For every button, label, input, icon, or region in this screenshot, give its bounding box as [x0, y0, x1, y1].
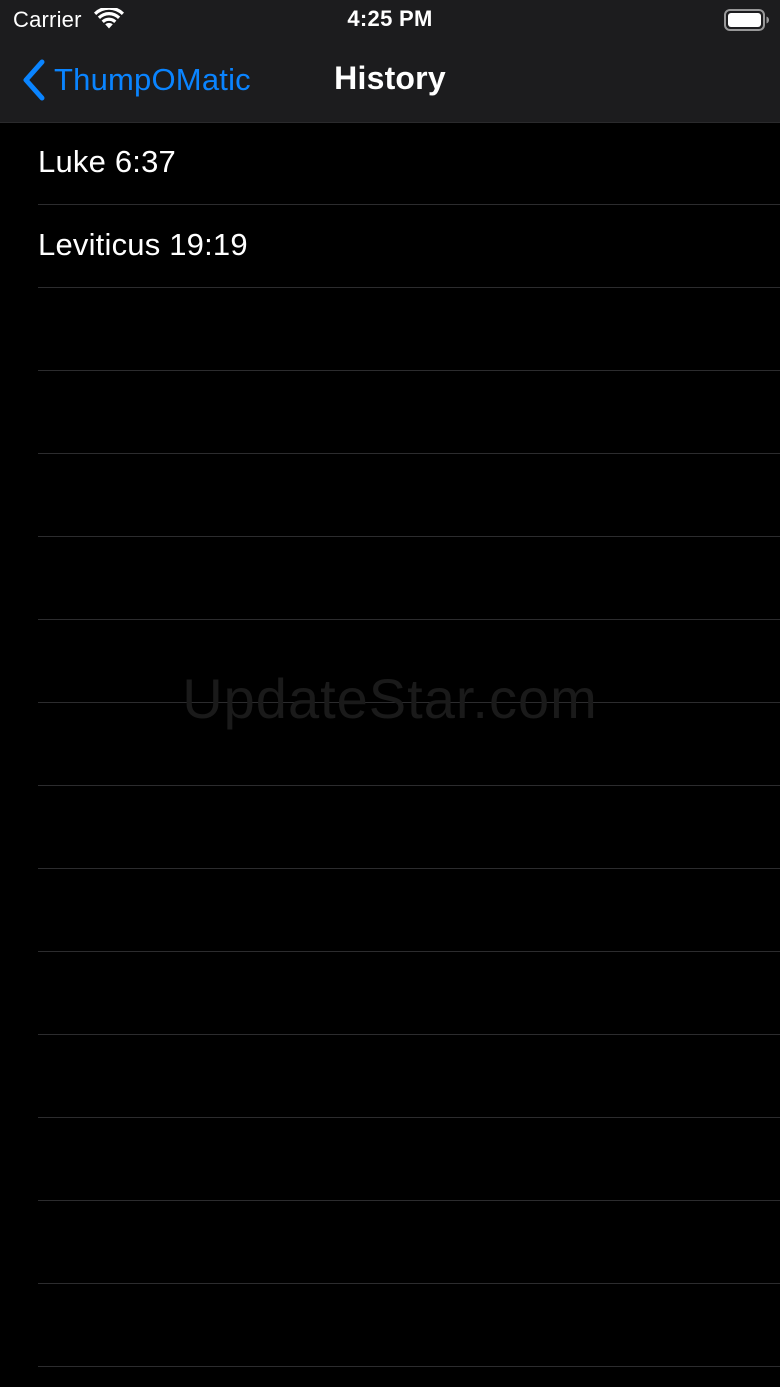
history-row-label: Luke 6:37	[38, 144, 176, 179]
status-bar: Carrier 4:25 PM	[0, 0, 780, 40]
empty-row	[0, 288, 780, 371]
history-list: Luke 6:37 Leviticus 19:19	[0, 122, 780, 1387]
empty-row	[0, 371, 780, 454]
empty-row	[0, 1201, 780, 1284]
empty-row	[0, 1118, 780, 1201]
history-row[interactable]: Leviticus 19:19	[0, 205, 780, 288]
empty-row	[0, 869, 780, 952]
empty-row	[0, 454, 780, 537]
empty-row	[0, 537, 780, 620]
battery-full-icon	[724, 9, 769, 31]
empty-row	[0, 620, 780, 703]
empty-row	[0, 786, 780, 869]
navigation-bar: ThumpOMatic History	[0, 40, 780, 123]
status-time: 4:25 PM	[347, 6, 433, 31]
empty-row	[0, 1035, 780, 1118]
empty-row	[0, 952, 780, 1035]
empty-row	[0, 703, 780, 786]
history-row-label: Leviticus 19:19	[38, 227, 248, 262]
history-row[interactable]: Luke 6:37	[0, 122, 780, 205]
empty-row	[0, 1284, 780, 1367]
page-title: History	[334, 60, 446, 96]
